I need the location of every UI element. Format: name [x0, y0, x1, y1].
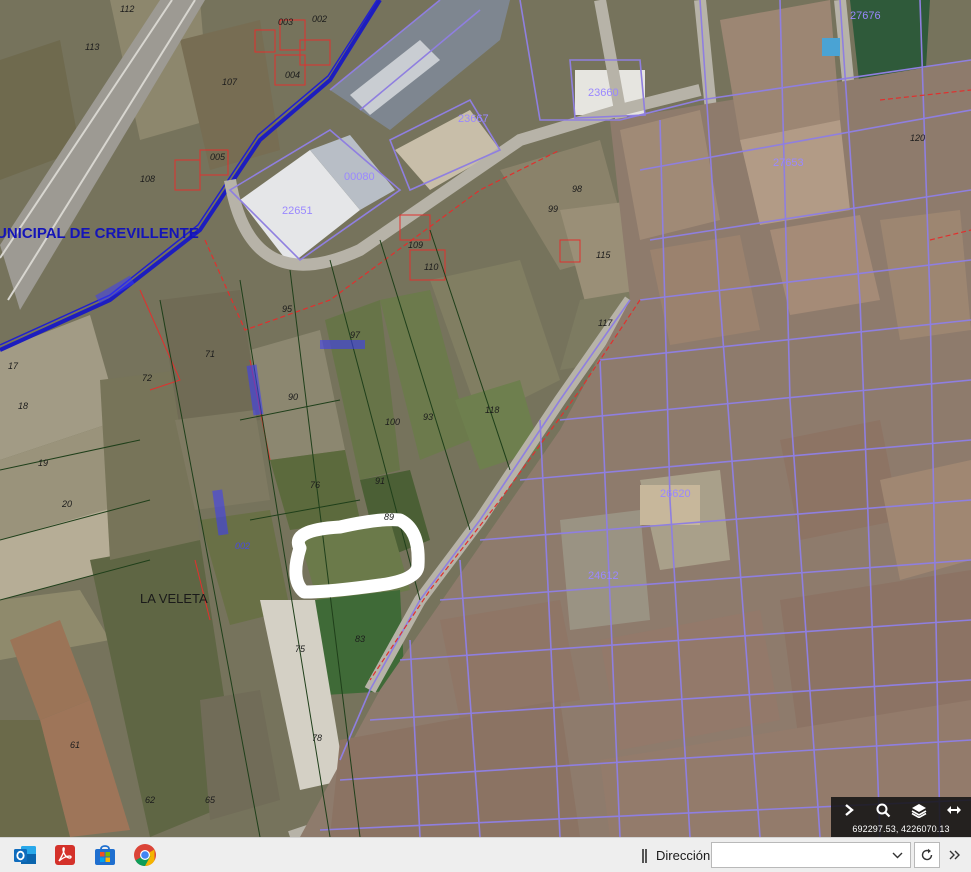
chevron-right-icon — [844, 804, 854, 816]
outlook-icon — [13, 843, 37, 867]
parcel-label: 002 — [312, 14, 327, 24]
parcel-label: 18 — [18, 401, 28, 411]
parcel-label: 97 — [350, 330, 361, 340]
parcel-label: 61 — [70, 740, 80, 750]
parcel-label: 23667 — [458, 113, 489, 125]
parcel-label: 002 — [235, 541, 250, 551]
taskbar-app-acrobat[interactable] — [45, 838, 85, 872]
address-dropdown-button[interactable] — [889, 848, 905, 862]
parcel-label: 65 — [205, 795, 216, 805]
parcel-label: 113 — [85, 42, 99, 52]
parcel-label: 120 — [910, 133, 925, 143]
parcel-label: 19 — [38, 458, 48, 468]
parcel-label: 75 — [295, 644, 306, 654]
parcel-label: 89 — [384, 512, 394, 522]
search-button[interactable] — [866, 797, 901, 823]
parcel-label: 78 — [312, 733, 322, 743]
toolbar-grip[interactable] — [642, 849, 647, 863]
parcel-label: 93 — [423, 412, 433, 422]
arrows-horizontal-icon — [946, 806, 961, 814]
refresh-button[interactable] — [914, 842, 940, 868]
layers-button[interactable] — [901, 797, 936, 823]
road-label: UNICIPAL DE CREVILLENTE — [0, 225, 199, 242]
parcel-label: 107 — [222, 77, 238, 87]
parcel-label: 98 — [572, 184, 582, 194]
parcel-label: 27676 — [850, 10, 881, 22]
parcel-label: 76 — [310, 480, 320, 490]
parcel-label: 00080 — [344, 171, 375, 183]
parcel-label: 91 — [375, 476, 385, 486]
parcel-label: 17 — [8, 361, 19, 371]
search-icon — [876, 803, 891, 817]
chrome-icon — [133, 843, 157, 867]
parcel-label: 71 — [205, 349, 215, 359]
taskbar-app-store[interactable] — [85, 838, 125, 872]
parcel-label: 115 — [596, 250, 611, 260]
chevron-right-double-icon — [949, 850, 960, 860]
parcel-label: 24612 — [588, 570, 619, 582]
expand-button[interactable] — [831, 797, 866, 823]
chevron-down-icon — [892, 852, 902, 858]
parcel-label: 112 — [120, 4, 134, 14]
map-toolbar: 692297.53, 4226070.13 — [831, 797, 971, 837]
parcel-label: 100 — [385, 417, 400, 427]
layers-icon — [911, 803, 926, 818]
pdf-icon — [53, 843, 77, 867]
parcel-label: 20 — [61, 499, 72, 509]
parcel-label: 62 — [145, 795, 155, 805]
parcel-label: 004 — [285, 70, 300, 80]
parcel-label: 72 — [142, 373, 152, 383]
parcel-label: 005 — [210, 152, 226, 162]
show-hidden-icons-button[interactable] — [946, 847, 964, 863]
taskbar-app-chrome[interactable] — [125, 838, 165, 872]
parcel-label: 118 — [485, 405, 499, 415]
measure-button[interactable] — [936, 797, 971, 823]
refresh-icon — [921, 848, 933, 861]
parcel-label: 108 — [140, 174, 155, 184]
cadastral-map[interactable]: UNICIPAL DE CREVILLENTE LA VELETA 112 113… — [0, 0, 971, 837]
parcel-label: 117 — [598, 318, 613, 328]
parcel-label: 26620 — [660, 488, 691, 500]
parcel-label: 83 — [355, 634, 365, 644]
parcel-label: 27653 — [773, 157, 804, 169]
parcel-label: 110 — [424, 262, 438, 272]
taskbar-app-outlook[interactable] — [5, 838, 45, 872]
taskbar: Dirección — [0, 837, 971, 872]
place-label: LA VELETA — [140, 591, 208, 606]
store-icon — [93, 843, 117, 867]
parcel-label: 90 — [288, 392, 298, 402]
address-input[interactable] — [711, 842, 911, 868]
parcel-label: 003 — [278, 17, 293, 27]
parcel-label: 95 — [282, 304, 293, 314]
parcel-label: 23660 — [588, 87, 619, 99]
address-label: Dirección — [656, 848, 711, 863]
parcel-label: 22651 — [282, 205, 313, 217]
parcel-label: 109 — [408, 240, 423, 250]
parcel-label: 99 — [548, 204, 558, 214]
coordinate-readout: 692297.53, 4226070.13 — [852, 824, 950, 834]
